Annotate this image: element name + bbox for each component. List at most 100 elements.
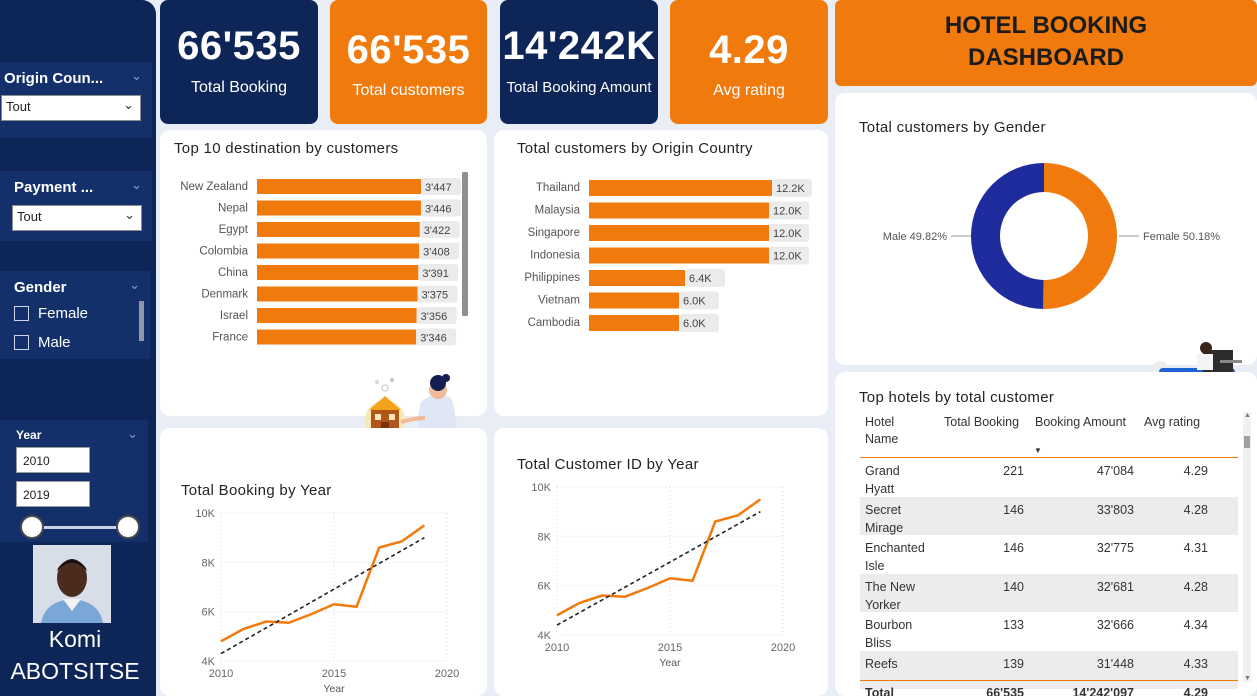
checkbox[interactable] [14,306,29,321]
data-label: 3'408 [423,247,450,259]
table-row[interactable]: The New Yorker 140 32'681 4.28 [860,573,1238,612]
booking-by-year-chart: 4K 6K 8K 10K 2010 2015 2020 Year [195,508,459,694]
cell-booking-amount: 32'775 [1096,541,1134,555]
y-tick-label: 10K [195,508,215,520]
table-row[interactable]: Bourbon Bliss 133 32'666 4.34 [860,612,1238,651]
bar-category-label: New Zealand [180,181,248,193]
data-label: 3'346 [420,333,447,345]
table-row[interactable]: Enchanted Isle 146 32'775 4.31 [860,535,1238,574]
y-tick-label: 8K [202,557,216,569]
kpi-avg-rating: 4.29 Avg rating [670,0,828,124]
avatar [33,545,111,623]
kpi-value: 66'535 [346,28,471,72]
origin-country-title: Origin Coun... [4,70,104,87]
checkbox[interactable] [14,335,29,350]
x-tick-label: 2020 [771,642,795,654]
data-label: 3'391 [422,268,449,280]
gender-option-male[interactable]: Male [14,334,71,351]
bar [589,292,679,309]
slicer-scrollbar[interactable] [139,301,144,341]
kpi-value: 14'242K [502,24,656,68]
kpi-value: 4.29 [709,28,789,72]
x-axis-label: Year [323,683,345,694]
customer-by-year-chart: 4K 6K 8K 10K 2010 2015 2020 Year [531,482,795,669]
bar-category-label: Egypt [219,224,249,236]
cell-avg-rating: 4.29 [1183,464,1208,478]
total-label: Total [865,686,894,696]
year-slider-end-handle[interactable] [116,515,140,539]
gender-donut-chart: Male 49.82% Female 50.18% [883,163,1220,309]
chevron-down-icon[interactable]: ▼ [1244,675,1251,682]
y-tick-label: 4K [202,656,216,668]
top-destinations-chart: New Zealand 3'447 Nepal 3'446 Egypt 3'422 Colo… [180,178,461,346]
bar [257,200,421,216]
x-tick-label: 2015 [658,642,682,654]
year-slider-track[interactable] [32,526,128,529]
data-label: 3'375 [422,290,449,302]
cell-hotel-name: Grand Hyatt [865,464,900,496]
chart-title: Total Customer ID by Year [517,456,699,473]
origin-country-dropdown[interactable]: Tout ⌄ [1,95,141,121]
y-tick-label: 4K [538,630,552,642]
cell-booking-amount: 31'448 [1096,656,1134,671]
cell-total-booking: 146 [1003,502,1024,517]
table-row[interactable]: Secret Mirage 146 33'803 4.28 [860,496,1238,535]
payment-dropdown[interactable]: Tout ⌄ [12,205,142,231]
column-header-avg-rating[interactable]: Avg rating [1144,414,1200,431]
bar [257,308,417,323]
column-header-hotel-name[interactable]: Hotel Name [865,414,925,448]
data-label: 6.4K [689,273,712,285]
customer-by-year-card: Total Customer ID by Year 4K 6K 8K 10K 2010 2… [494,428,828,696]
series-line [556,498,762,617]
series-line [220,524,426,643]
chart-title: Total customers by Gender [859,119,1046,136]
cell-avg-rating: 4.34 [1183,618,1208,632]
bar-category-label: Denmark [201,289,248,301]
chart-scrollbar-thumb[interactable] [462,172,468,316]
kpi-total-booking-amount: 14'242K Total Booking Amount [500,0,658,124]
bar-category-label: Malaysia [535,205,581,217]
bar [589,315,679,331]
bar [257,243,420,259]
chevron-down-icon[interactable]: ⌄ [131,177,142,193]
column-header-booking-amount[interactable]: Booking Amount [1035,414,1126,431]
table-header: Hotel Name Total Booking Booking Amount … [860,412,1238,458]
data-label: 6.0K [683,318,706,330]
chevron-down-icon[interactable]: ⌄ [129,277,140,293]
year-from-input[interactable]: 2010 [16,447,90,473]
cell-total-booking: 139 [1003,656,1024,671]
column-header-total-booking[interactable]: Total Booking [944,414,1019,431]
chevron-down-icon[interactable]: ⌄ [131,68,142,84]
table-scrollbar[interactable]: ▲ ▼ [1243,412,1251,682]
chevron-down-icon: ⌄ [124,207,135,222]
cell-booking-amount: 33'803 [1096,502,1134,517]
gender-option-label: Female [38,305,89,322]
gender-option-female[interactable]: Female [14,305,88,322]
chevron-up-icon[interactable]: ▲ [1244,412,1251,419]
bar [589,202,769,219]
data-label: 12.0K [773,206,802,218]
bar [257,265,419,280]
gender-option-label: Male [38,334,71,351]
chevron-down-icon[interactable]: ⌄ [127,426,138,442]
table-scrollbar-thumb[interactable] [1244,436,1250,448]
cell-booking-amount: 32'681 [1096,579,1134,594]
cell-total-booking: 140 [1003,579,1024,594]
gender-title: Gender [14,279,67,296]
chart-scrollbar[interactable] [462,172,468,316]
bar-category-label: Indonesia [530,250,580,262]
x-tick-label: 2020 [435,668,459,680]
table-row[interactable]: Grand Hyatt 221 47'084 4.29 [860,458,1238,497]
person-first-name: Komi [48,626,102,652]
donut-slice [971,163,1044,309]
cell-hotel-name: Enchanted Isle [865,541,925,573]
y-tick-label: 10K [531,482,551,494]
origin-country-value: Tout [6,99,31,114]
slice-label: Female 50.18% [1143,231,1220,243]
data-label: 12.0K [773,251,802,263]
year-to-input[interactable]: 2019 [16,481,90,507]
sort-descending-icon[interactable]: ▼ [1034,446,1042,455]
bar [589,247,769,264]
bar [257,286,418,302]
year-slider-start-handle[interactable] [20,515,44,539]
